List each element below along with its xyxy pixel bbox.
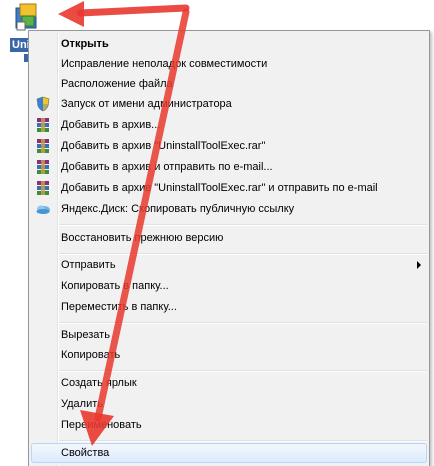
menu-separator (59, 322, 427, 324)
menu-item-copy[interactable]: Копировать (31, 345, 427, 365)
menu-item-create-shortcut[interactable]: Создать ярлык (31, 373, 427, 393)
menu-item-copy-to-folder[interactable]: Копировать в папку... (31, 276, 427, 296)
context-menu: Открыть Исправление неполадок совместимо… (28, 30, 430, 466)
submenu-arrow-icon (417, 261, 421, 269)
menu-item-label: Вырезать (61, 329, 110, 341)
arrow-to-icon (58, 1, 190, 27)
menu-separator (59, 370, 427, 372)
menu-item-label: Свойства (61, 447, 110, 459)
menu-item-label: Отправить (61, 259, 116, 271)
menu-item-named-archive-and-email[interactable]: Добавить в архив "UninstallToolExec.rar"… (31, 178, 427, 198)
menu-item-rename[interactable]: Переименовать (31, 415, 427, 435)
menu-item-label: Добавить в архив "UninstallToolExec.rar" (61, 140, 266, 152)
menu-item-label: Открыть (61, 38, 109, 50)
winrar-icon (37, 181, 49, 195)
menu-item-label: Создать ярлык (61, 377, 137, 389)
menu-separator (59, 440, 427, 442)
menu-item-properties[interactable]: Свойства (31, 443, 427, 463)
menu-item-cut[interactable]: Вырезать (31, 325, 427, 345)
menu-item-archive-and-email[interactable]: Добавить в архив и отправить по e-mail..… (31, 157, 427, 177)
menu-item-restore-previous-version[interactable]: Восстановить прежнюю версию (31, 228, 427, 248)
menu-item-label: Запуск от имени администратора (61, 98, 232, 110)
menu-item-label: Переименовать (61, 419, 142, 431)
menu-item-add-to-named-archive[interactable]: Добавить в архив "UninstallToolExec.rar" (31, 136, 427, 156)
menu-separator (59, 224, 427, 226)
menu-item-move-to-folder[interactable]: Переместить в папку... (31, 297, 427, 317)
menu-item-label: Переместить в папку... (61, 301, 177, 313)
menu-item-label: Копировать (61, 349, 121, 361)
menu-item-delete[interactable]: Удалить (31, 394, 427, 414)
yandex-disk-icon (36, 205, 50, 214)
menu-item-label: Копировать в папку... (61, 280, 169, 292)
winrar-icon (37, 118, 49, 132)
menu-item-label: Добавить в архив... (61, 119, 161, 131)
menu-item-label: Добавить в архив "UninstallToolExec.rar"… (61, 182, 378, 194)
menu-item-compat-troubleshoot[interactable]: Исправление неполадок совместимости (31, 54, 427, 74)
winrar-icon (37, 160, 49, 174)
menu-item-label: Восстановить прежнюю версию (61, 232, 224, 244)
menu-item-send-to[interactable]: Отправить (31, 255, 427, 275)
menu-item-file-location[interactable]: Расположение файла (31, 74, 427, 94)
menu-item-run-as-admin[interactable]: Запуск от имени администратора (31, 94, 427, 114)
shield-icon (36, 96, 50, 112)
uninstall-tool-icon (15, 3, 37, 31)
menu-item-label: Удалить (61, 398, 103, 410)
menu-item-yandex-disk-copy-link[interactable]: Яндекс.Диск: Скопировать публичную ссылк… (31, 199, 427, 219)
menu-item-add-to-archive[interactable]: Добавить в архив... (31, 115, 427, 135)
menu-item-label: Исправление неполадок совместимости (61, 58, 268, 70)
menu-item-label: Яндекс.Диск: Скопировать публичную ссылк… (61, 203, 295, 215)
menu-item-label: Добавить в архив и отправить по e-mail..… (61, 161, 273, 173)
winrar-icon (37, 139, 49, 153)
menu-item-open[interactable]: Открыть (31, 34, 427, 54)
menu-item-label: Расположение файла (61, 78, 173, 90)
